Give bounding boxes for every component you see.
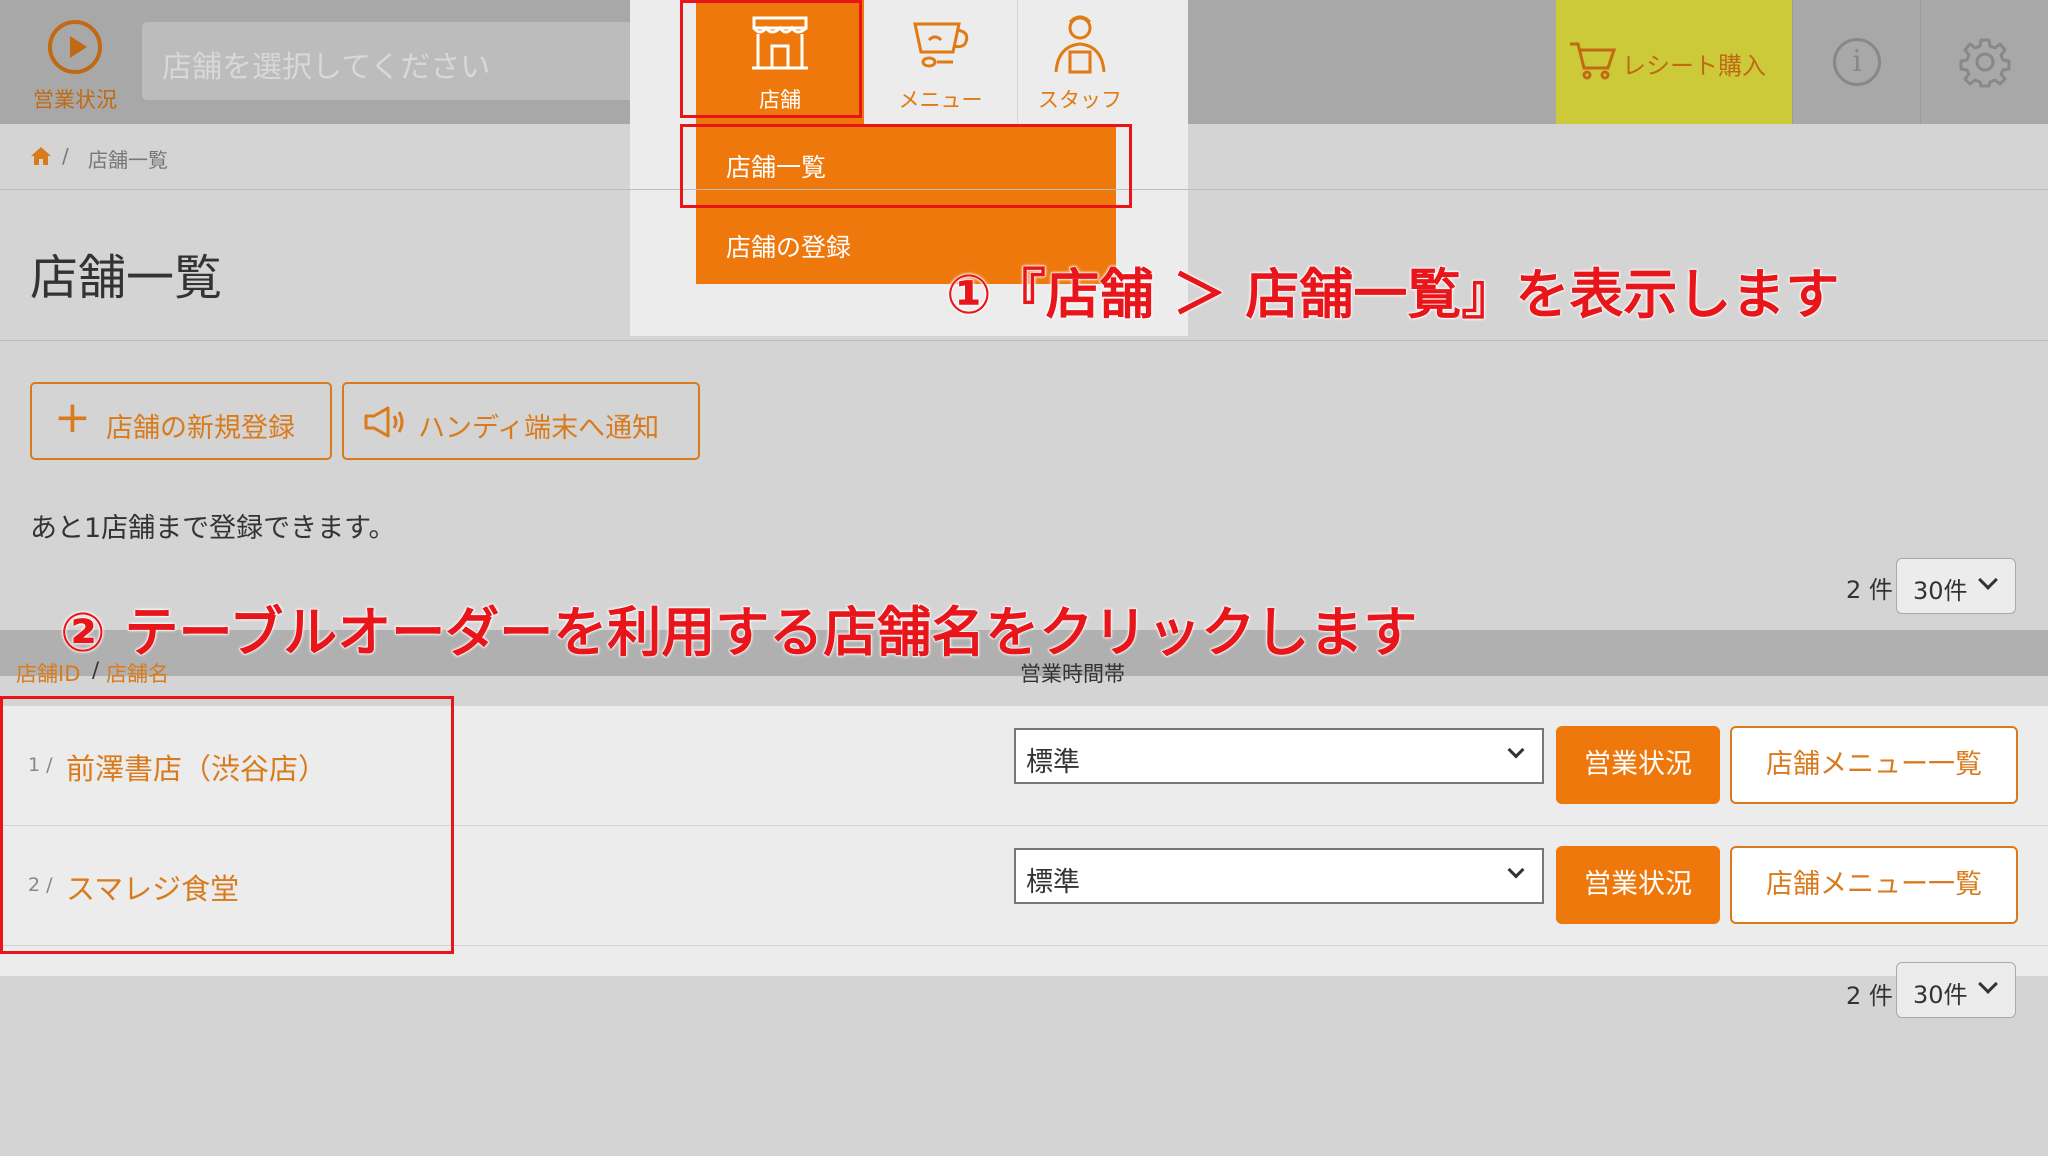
hours-select-value: 標準 (1026, 867, 1080, 898)
nav-tab-menu-label: メニュー (898, 88, 983, 112)
per-page-value: 30件 (1913, 577, 1968, 605)
nav-tab-staff[interactable]: スタッフ (1003, 0, 1157, 124)
home-icon[interactable] (30, 146, 52, 166)
cup-icon (912, 22, 968, 68)
play-icon (48, 20, 102, 74)
nav-tab-staff-label: スタッフ (1038, 88, 1122, 112)
hours-select-value: 標準 (1026, 747, 1080, 778)
status-button[interactable]: 営業状況 (1556, 726, 1720, 804)
info-icon: i (1833, 38, 1881, 86)
gear-icon (1959, 38, 2011, 88)
hours-select[interactable]: 標準 (1014, 728, 1544, 784)
per-page-select-bottom[interactable]: 30件 (1896, 962, 2016, 1018)
staff-icon (1054, 15, 1106, 74)
annotation-step-2: ② テーブルオーダーを利用する店舗名をクリックします (59, 601, 1418, 665)
business-status-label: 営業状況 (33, 88, 117, 112)
hours-select[interactable]: 標準 (1014, 848, 1544, 904)
chevron-down-icon (1507, 861, 1525, 879)
page-title: 店舗一覧 (30, 250, 223, 306)
result-count-bottom: 2 件 (1846, 982, 1893, 1010)
megaphone-icon (364, 406, 404, 438)
store-menu-list-button[interactable]: 店舗メニュー一覧 (1730, 846, 2018, 924)
receipt-purchase-button[interactable]: レシート購入 (1556, 0, 1792, 124)
business-status-button[interactable]: 営業状況 (0, 0, 140, 124)
remaining-stores-text: あと1店舗まで登録できます。 (30, 513, 396, 544)
notify-handy-label: ハンディ端末へ通知 (418, 413, 660, 444)
store-select[interactable]: 店舗を選択してください (142, 22, 672, 100)
annotation-step-1: ①『店舗 ＞ 店舗一覧』を表示します (945, 263, 1840, 327)
chevron-down-icon (1978, 974, 1998, 994)
result-count: 2 件 (1846, 576, 1893, 604)
new-store-button[interactable]: + 店舗の新規登録 (30, 382, 332, 460)
status-button[interactable]: 営業状況 (1556, 846, 1720, 924)
chevron-down-icon (1978, 570, 1998, 590)
store-menu-list-button[interactable]: 店舗メニュー一覧 (1730, 726, 2018, 804)
per-page-value: 30件 (1913, 981, 1968, 1009)
highlight-box-store-names (0, 696, 454, 954)
notify-handy-button[interactable]: ハンディ端末へ通知 (342, 382, 700, 460)
highlight-box-store-list (680, 124, 1132, 208)
receipt-purchase-label: レシート購入 (1622, 52, 1766, 80)
highlight-box-store-tab (680, 0, 862, 118)
info-button[interactable]: i (1792, 0, 1920, 124)
nav-tab-menu[interactable]: メニュー (864, 0, 1018, 124)
new-store-label: 店舗の新規登録 (106, 413, 295, 444)
settings-button[interactable] (1920, 0, 2048, 124)
per-page-select[interactable]: 30件 (1896, 558, 2016, 614)
store-select-placeholder: 店舗を選択してください (162, 50, 491, 85)
breadcrumb-current: 店舗一覧 (88, 148, 168, 172)
plus-icon: + (54, 392, 91, 443)
divider (0, 340, 2048, 341)
menu-item-store-register[interactable]: 店舗の登録 (726, 228, 851, 264)
chevron-down-icon (1507, 741, 1525, 759)
breadcrumb-separator: / (62, 144, 69, 168)
cart-icon (1570, 42, 1616, 80)
